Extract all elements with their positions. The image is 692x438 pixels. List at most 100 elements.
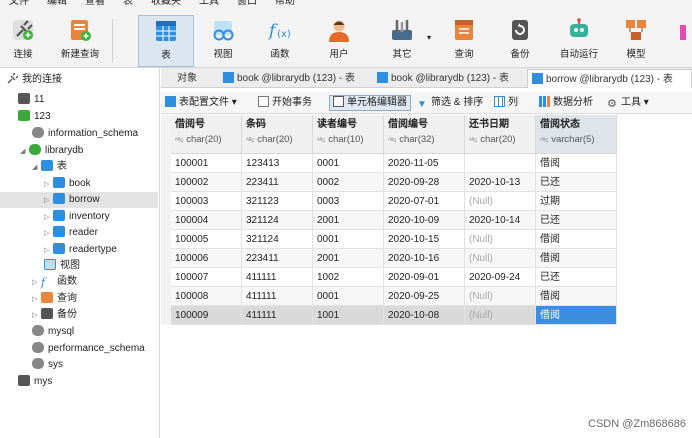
function-button[interactable]: f (x) 函数 [257, 15, 303, 67]
table-cell[interactable]: 0002 [313, 173, 384, 192]
table-cell[interactable]: 2020-10-13 [465, 173, 536, 192]
menu-favorites[interactable]: 收藏夹 [142, 0, 190, 9]
table-cell[interactable]: 2020-10-09 [384, 211, 465, 230]
table-cell[interactable]: 2020-10-08 [384, 306, 465, 325]
table-cell[interactable]: 2020-09-28 [384, 173, 465, 192]
filter-sort-button[interactable]: ▼ 筛选 & 排序 [417, 95, 483, 111]
tree-table-inventory[interactable]: ▷ inventory [44, 209, 110, 225]
chevron-right-icon[interactable]: ▷ [44, 243, 53, 259]
chevron-right-icon[interactable]: ▷ [32, 308, 41, 324]
column-header[interactable]: 读者编号 ᴬᴮc char(10) [313, 115, 384, 154]
chevron-down-icon[interactable]: ◢ [32, 160, 41, 176]
table-cell[interactable]: 过期 [536, 192, 617, 211]
tree-connection-11[interactable]: 11 [18, 92, 44, 108]
table-cell[interactable]: 已还 [536, 211, 617, 230]
table-cell[interactable]: 223411 [242, 249, 313, 268]
table-cell[interactable]: 0001 [313, 287, 384, 306]
table-cell[interactable]: 2020-09-01 [384, 268, 465, 287]
table-cell[interactable]: 2001 [313, 249, 384, 268]
tree-db-sys[interactable]: sys [32, 357, 63, 373]
column-header[interactable]: 还书日期 ᴬᴮc char(20) [465, 115, 536, 154]
tree-db-information-schema[interactable]: information_schema [32, 126, 138, 142]
table-cell[interactable]: 0001 [313, 154, 384, 173]
table-cell[interactable]: 借阅 [536, 287, 617, 306]
tree-db-mysql[interactable]: mysql [32, 324, 74, 340]
tree-queries[interactable]: ▷ 查询 [32, 291, 77, 307]
row-selector[interactable] [161, 287, 171, 306]
other-button[interactable]: 其它 [380, 15, 424, 67]
table-cell[interactable]: (Null) [465, 306, 536, 325]
menu-tools[interactable]: 工具 [190, 0, 228, 9]
table-cell[interactable]: 411111 [242, 268, 313, 287]
connect-button[interactable]: 连接 [2, 15, 44, 67]
table-cell[interactable]: 2020-11-05 [384, 154, 465, 173]
table-cell[interactable]: 100006 [171, 249, 242, 268]
table-cell[interactable]: 321124 [242, 230, 313, 249]
table-cell[interactable]: 借阅 [536, 230, 617, 249]
chevron-right-icon[interactable]: ▷ [32, 275, 41, 291]
table-cell[interactable]: 100007 [171, 268, 242, 287]
chevron-right-icon[interactable]: ▷ [44, 193, 53, 209]
table-cell[interactable]: 411111 [242, 306, 313, 325]
other-dropdown-icon[interactable]: ▾ [424, 33, 434, 45]
table-cell[interactable]: 100004 [171, 211, 242, 230]
column-header[interactable]: 借阅编号 ᴬᴮc char(32) [384, 115, 465, 154]
tree-tables-folder[interactable]: ◢ 表 [32, 159, 67, 175]
chevron-right-icon[interactable]: ▷ [44, 177, 53, 193]
menu-edit[interactable]: 编辑 [38, 0, 76, 9]
data-analysis-button[interactable]: 数据分析 [539, 95, 593, 111]
cell-editor-button[interactable]: 单元格编辑器 [329, 95, 411, 111]
menu-file[interactable]: 文件 [0, 0, 38, 9]
menu-view[interactable]: 查看 [76, 0, 114, 9]
chevron-right-icon[interactable]: ▷ [44, 210, 53, 226]
table-cell[interactable]: 100005 [171, 230, 242, 249]
table-cell[interactable]: 2020-07-01 [384, 192, 465, 211]
table-config-button[interactable]: 表配置文件 ▾ [165, 95, 237, 111]
table-cell[interactable]: 321123 [242, 192, 313, 211]
tree-table-readertype[interactable]: ▷ readertype [44, 242, 117, 258]
menu-help[interactable]: 帮助 [266, 0, 304, 9]
tree-db-performance-schema[interactable]: performance_schema [32, 341, 145, 357]
tree-connection-123[interactable]: 123 [18, 109, 51, 125]
table-cell[interactable]: 2020-09-24 [465, 268, 536, 287]
table-cell[interactable]: 0003 [313, 192, 384, 211]
tools-dropdown-button[interactable]: ⚙ 工具 ▾ [607, 95, 649, 111]
column-header[interactable]: 条码 ᴬᴮc char(20) [242, 115, 313, 154]
chart-button[interactable] [672, 15, 692, 67]
tree-backups[interactable]: ▷ 备份 [32, 307, 77, 323]
table-cell[interactable]: (Null) [465, 230, 536, 249]
backup-button[interactable]: 备份 [498, 15, 542, 67]
tree-functions[interactable]: ▷ f 函数 [32, 274, 77, 290]
new-query-button[interactable]: 新建查询 [54, 15, 106, 67]
columns-button[interactable]: 列 [494, 95, 518, 111]
table-cell[interactable]: 借阅 [536, 306, 617, 325]
table-cell[interactable]: (Null) [465, 192, 536, 211]
table-cell[interactable]: 100003 [171, 192, 242, 211]
tree-db-librarydb[interactable]: ◢ librarydb [20, 143, 83, 159]
row-selector[interactable] [161, 173, 171, 192]
menu-table[interactable]: 表 [114, 0, 142, 9]
table-cell[interactable]: 2001 [313, 211, 384, 230]
automation-button[interactable]: 自动运行 [554, 15, 604, 67]
table-cell[interactable]: 100008 [171, 287, 242, 306]
row-selector[interactable] [161, 192, 171, 211]
table-cell[interactable]: 2020-10-16 [384, 249, 465, 268]
table-cell[interactable]: 411111 [242, 287, 313, 306]
chevron-right-icon[interactable]: ▷ [32, 292, 41, 308]
table-cell[interactable]: 0001 [313, 230, 384, 249]
column-header[interactable]: 借阅号 ᴬᴮc char(20) [171, 115, 242, 154]
model-button[interactable]: 模型 [614, 15, 658, 67]
table-cell[interactable]: (Null) [465, 249, 536, 268]
tab-borrow[interactable]: borrow @librarydb (123) - 表 [527, 69, 692, 88]
table-cell[interactable]: 100001 [171, 154, 242, 173]
table-cell[interactable]: 1001 [313, 306, 384, 325]
table-cell[interactable]: 100009 [171, 306, 242, 325]
table-cell[interactable]: 100002 [171, 173, 242, 192]
view-button[interactable]: 视图 [200, 15, 246, 67]
tree-views[interactable]: 视图 [44, 258, 80, 274]
menu-window[interactable]: 窗口 [228, 0, 266, 9]
query-button[interactable]: 查询 [442, 15, 486, 67]
table-cell[interactable] [465, 154, 536, 173]
table-cell[interactable]: 已还 [536, 268, 617, 287]
column-header[interactable]: 借阅状态 ᴬᴮc varchar(5) [536, 115, 617, 154]
